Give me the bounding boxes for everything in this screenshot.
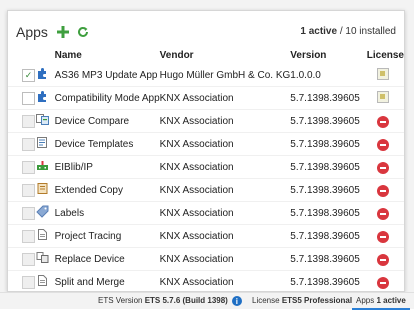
app-vendor: KNX Association: [159, 178, 291, 202]
app-name: EIBlib/IP: [54, 155, 160, 179]
header-license[interactable]: License: [367, 47, 404, 64]
license-missing-icon[interactable]: [376, 276, 389, 289]
license-missing-icon[interactable]: [376, 253, 389, 266]
row-checkbox[interactable]: ✓: [22, 68, 35, 82]
panel-header: Apps: [16, 22, 90, 42]
table-row[interactable]: Split and Merge KNX Association 5.7.1398.3…: [8, 270, 404, 294]
app-version: 5.7.1398.39605: [290, 247, 367, 271]
license-value: ETS5 Professional: [281, 296, 353, 305]
status-version: ETS Version ETS 5.7.6 (Build 1398) i: [98, 296, 242, 306]
document-icon: [36, 228, 49, 241]
apps-table: Name Vendor Version License ✓ AS36 MP3 Up…: [8, 47, 404, 294]
app-vendor: KNX Association: [159, 109, 291, 133]
table-row[interactable]: Labels KNX Association 5.7.1398.39605: [8, 201, 404, 225]
compare-icon: [35, 113, 49, 126]
app-name: AS36 MP3 Update App: [54, 63, 160, 87]
panel-title: Apps: [16, 24, 48, 40]
license-missing-icon[interactable]: [376, 184, 389, 197]
row-checkbox[interactable]: [22, 206, 35, 220]
table-row[interactable]: Extended Copy KNX Association 5.7.1398.396…: [8, 178, 404, 202]
license-label: License: [252, 296, 280, 305]
app-vendor: KNX Association: [159, 247, 291, 271]
app-version: 5.7.1398.39605: [290, 270, 367, 294]
row-checkbox[interactable]: [22, 160, 35, 174]
app-version: 5.7.1398.39605: [290, 178, 367, 202]
license-missing-icon[interactable]: [376, 207, 389, 220]
row-checkbox[interactable]: [22, 275, 35, 289]
table-row[interactable]: Compatibility Mode App KNX Association 5.7…: [8, 86, 404, 110]
license-ok-icon[interactable]: [376, 90, 389, 103]
table-row[interactable]: Device Compare KNX Association 5.7.1398.39…: [8, 109, 404, 133]
app-vendor: KNX Association: [159, 224, 291, 248]
installed-count: / 10 installed: [337, 26, 396, 37]
app-vendor: KNX Association: [159, 155, 291, 179]
app-vendor: KNX Association: [159, 132, 291, 156]
row-checkbox[interactable]: [22, 91, 35, 105]
app-version: 5.7.1398.39605: [290, 86, 367, 110]
info-icon[interactable]: i: [231, 296, 242, 306]
table-header-row: Name Vendor Version License: [8, 47, 404, 64]
license-missing-icon[interactable]: [376, 161, 389, 174]
apps-panel: Apps 1 active / 10 installed Name Vendor…: [7, 10, 405, 294]
version-value: ETS 5.7.6 (Build 1398): [144, 296, 228, 306]
templates-icon: [36, 136, 49, 149]
replace-icon: [36, 251, 49, 264]
copy-icon: [36, 182, 49, 195]
app-vendor: KNX Association: [159, 86, 291, 110]
refresh-icon[interactable]: [76, 25, 90, 39]
license-missing-icon[interactable]: [376, 138, 389, 151]
app-name: Split and Merge: [54, 270, 160, 294]
status-apps[interactable]: Apps 1 active: [352, 293, 410, 310]
app-name: Extended Copy: [54, 178, 160, 202]
app-version: 5.7.1398.39605: [290, 224, 367, 248]
status-bar: ETS Version ETS 5.7.6 (Build 1398) i Lice…: [0, 292, 414, 310]
apps-value: 1 active: [376, 296, 406, 305]
row-checkbox[interactable]: [22, 229, 35, 243]
app-version: 5.7.1398.39605: [290, 201, 367, 225]
table-row[interactable]: Device Templates KNX Association 5.7.1398.…: [8, 132, 404, 156]
app-version: 1.0.0.0: [290, 63, 367, 87]
app-name: Device Templates: [54, 132, 160, 156]
app-name: Project Tracing: [54, 224, 160, 248]
header-version[interactable]: Version: [290, 47, 366, 64]
table-row[interactable]: Replace Device KNX Association 5.7.1398.39…: [8, 247, 404, 271]
license-ok-icon[interactable]: [376, 67, 389, 80]
document-icon: [36, 274, 49, 287]
label-icon: [35, 205, 49, 218]
app-vendor: Hugo Müller GmbH & Co. KG: [159, 63, 291, 87]
active-count: 1 active: [300, 26, 338, 37]
row-checkbox[interactable]: [22, 114, 35, 128]
apps-window: Apps 1 active / 10 installed Name Vendor…: [0, 0, 414, 310]
status-license: License ETS5 Professional: [252, 296, 352, 305]
add-app-icon[interactable]: [56, 25, 70, 39]
app-vendor: KNX Association: [159, 201, 291, 225]
puzzle-icon: [36, 90, 49, 103]
header-name[interactable]: Name: [55, 47, 160, 64]
apps-label: Apps: [356, 296, 375, 305]
table-row[interactable]: EIBlib/IP KNX Association 5.7.1398.39605: [8, 155, 404, 179]
table-row[interactable]: ✓ AS36 MP3 Update App Hugo Müller GmbH & C…: [8, 63, 404, 87]
row-checkbox[interactable]: [22, 183, 35, 197]
puzzle-icon: [36, 67, 49, 80]
installed-summary: 1 active / 10 installed: [300, 26, 396, 37]
app-name: Device Compare: [54, 109, 160, 133]
app-vendor: KNX Association: [159, 270, 291, 294]
row-checkbox[interactable]: [22, 137, 35, 151]
row-checkbox[interactable]: [22, 252, 35, 266]
header-vendor[interactable]: Vendor: [160, 47, 291, 64]
table-row[interactable]: Project Tracing KNX Association 5.7.1398.3…: [8, 224, 404, 248]
license-missing-icon[interactable]: [376, 115, 389, 128]
app-version: 5.7.1398.39605: [290, 132, 367, 156]
license-missing-icon[interactable]: [376, 230, 389, 243]
app-version: 5.7.1398.39605: [290, 109, 367, 133]
app-name: Replace Device: [54, 247, 160, 271]
app-name: Compatibility Mode App: [54, 86, 160, 110]
version-label: ETS Version: [98, 296, 143, 306]
app-name: Labels: [54, 201, 160, 225]
app-version: 5.7.1398.39605: [290, 155, 367, 179]
network-icon: [36, 159, 49, 172]
